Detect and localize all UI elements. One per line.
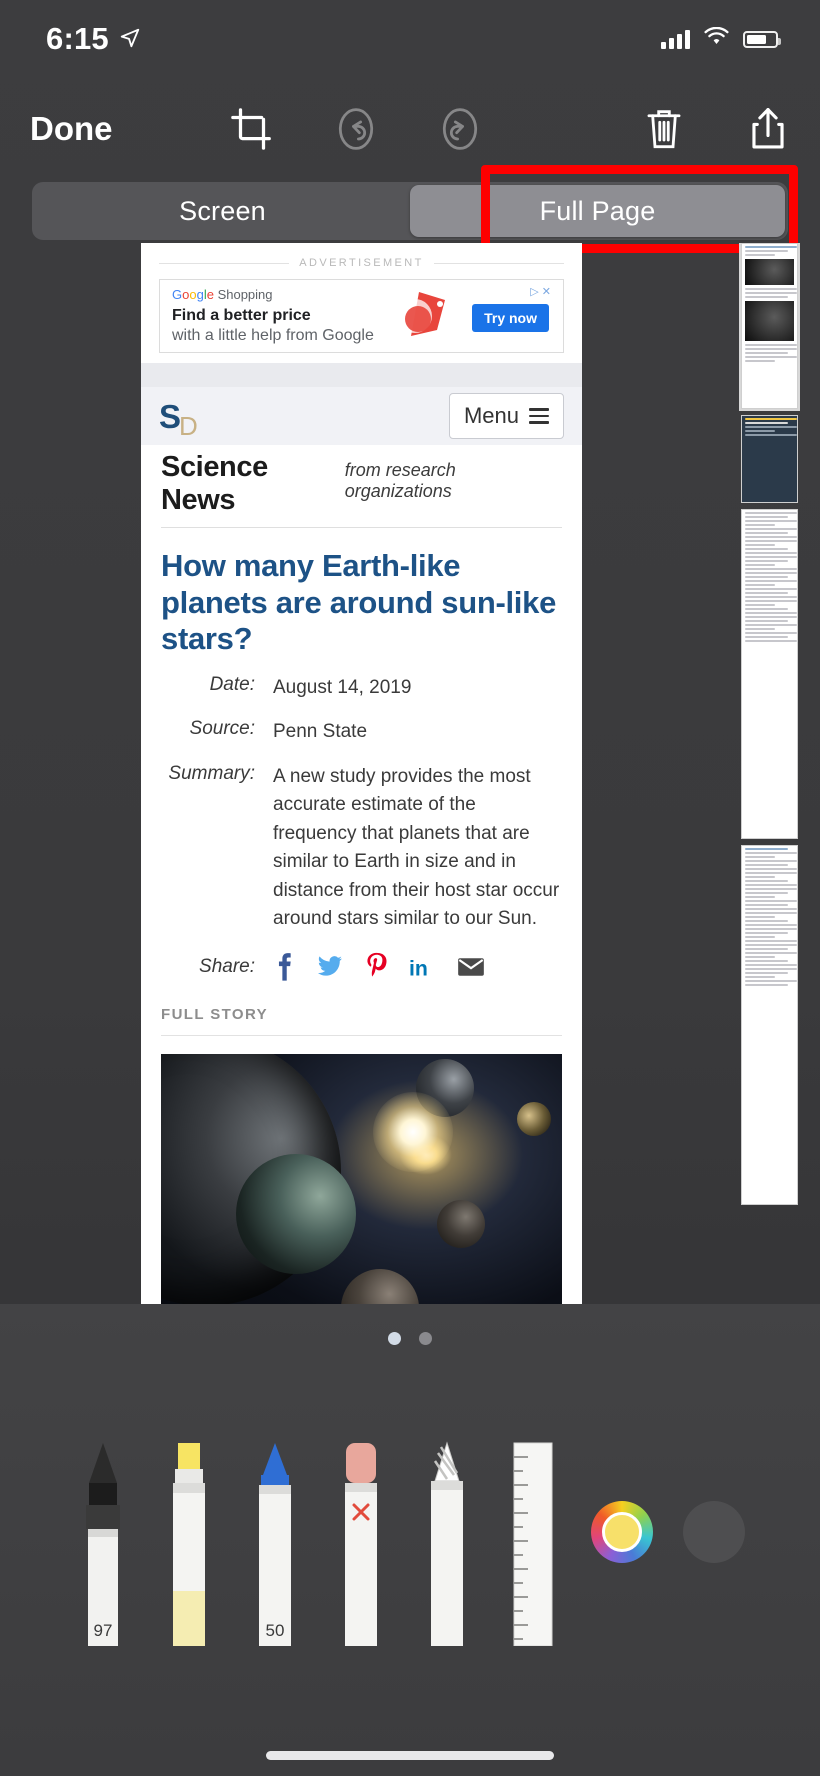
svg-text:in: in bbox=[409, 956, 428, 980]
planet-small-right bbox=[437, 1199, 485, 1248]
home-indicator bbox=[266, 1751, 554, 1760]
ad-text: Google Shopping Find a better price with… bbox=[172, 287, 374, 346]
undo-icon[interactable] bbox=[304, 105, 408, 153]
done-button[interactable]: Done bbox=[30, 110, 200, 148]
tab-screen[interactable]: Screen bbox=[35, 185, 410, 237]
eraser-tool[interactable] bbox=[333, 1441, 389, 1651]
ad-illustration bbox=[385, 286, 455, 348]
pen-size-label: 97 bbox=[93, 1621, 113, 1640]
share-icon-list: in bbox=[273, 952, 485, 982]
pencil-tool[interactable]: 50 bbox=[247, 1441, 303, 1651]
selected-color-swatch bbox=[602, 1512, 642, 1552]
planet-bottom bbox=[341, 1268, 419, 1304]
thumbnail-page-2[interactable] bbox=[741, 415, 798, 503]
advertisement-label: ADVERTISEMENT bbox=[299, 257, 424, 269]
ad-creative[interactable]: Google Shopping Find a better price with… bbox=[159, 279, 564, 353]
article: Science News from research organizations… bbox=[141, 445, 582, 1304]
capture-mode-selector: Screen Full Page bbox=[32, 165, 798, 253]
meta-key-source: Source: bbox=[189, 718, 255, 740]
page-divider-strip bbox=[141, 363, 582, 387]
redo-icon[interactable] bbox=[408, 105, 512, 153]
cellular-bars-icon bbox=[661, 29, 690, 49]
highlighter-tool[interactable] bbox=[161, 1441, 217, 1651]
palette-page-dots[interactable] bbox=[0, 1304, 820, 1345]
tool-row: 97 50 bbox=[0, 1351, 820, 1651]
wifi-icon bbox=[703, 26, 730, 52]
logo-letter-d: D bbox=[179, 410, 198, 441]
advertisement-block: ADVERTISEMENT Google Shopping Find a bet… bbox=[141, 243, 582, 363]
menu-button[interactable]: Menu bbox=[448, 393, 564, 439]
page-dot-1[interactable] bbox=[388, 1332, 401, 1345]
status-bar: 6:15 bbox=[0, 0, 820, 78]
ad-headline: Find a better price bbox=[172, 306, 311, 324]
article-headline: How many Earth-like planets are around s… bbox=[161, 548, 557, 657]
crop-icon[interactable] bbox=[200, 106, 304, 152]
article-meta: Date: August 14, 2019 Source: Penn State… bbox=[161, 674, 562, 934]
full-story-label: FULL STORY bbox=[161, 1006, 562, 1036]
pen-tool[interactable]: 97 bbox=[75, 1441, 131, 1651]
advertisement-label-row: ADVERTISEMENT bbox=[159, 257, 565, 269]
status-time-group: 6:15 bbox=[46, 21, 141, 57]
thumbnail-page-4[interactable] bbox=[741, 845, 798, 1205]
pinterest-icon[interactable] bbox=[365, 952, 387, 982]
location-arrow-icon bbox=[119, 21, 141, 57]
status-time: 6:15 bbox=[46, 21, 109, 56]
hamburger-icon bbox=[529, 408, 549, 424]
color-wheel[interactable] bbox=[591, 1501, 653, 1563]
twitter-icon[interactable] bbox=[317, 954, 343, 980]
thumbnail-page-3[interactable] bbox=[741, 509, 798, 839]
meta-row-date: Date: August 14, 2019 bbox=[161, 674, 562, 703]
section-title: Science News bbox=[161, 451, 268, 516]
meta-key-date: Date: bbox=[209, 673, 255, 695]
star-glow bbox=[373, 1091, 453, 1172]
menu-label: Menu bbox=[463, 403, 519, 428]
meta-key-summary: Summary: bbox=[168, 762, 255, 784]
article-kicker-row: Science News from research organizations bbox=[161, 445, 562, 528]
facebook-icon[interactable] bbox=[273, 952, 295, 982]
planet-medium bbox=[236, 1153, 356, 1274]
markup-screen: 6:15 Done Screen Full Page ADVERTISEMENT… bbox=[0, 0, 820, 1776]
ad-cta-button[interactable]: Try now bbox=[472, 304, 549, 332]
page-dot-2[interactable] bbox=[419, 1332, 432, 1345]
section-subtitle: from research organizations bbox=[344, 460, 456, 501]
ad-brand: Google Shopping bbox=[172, 286, 273, 302]
page-thumbnails[interactable] bbox=[739, 243, 800, 1304]
page-preview-area: ADVERTISEMENT Google Shopping Find a bet… bbox=[0, 243, 820, 1304]
meta-row-source: Source: Penn State bbox=[161, 718, 562, 747]
meta-value-summary: A new study provides the most accurate e… bbox=[273, 765, 560, 930]
share-row: Share: in bbox=[161, 952, 562, 982]
meta-row-summary: Summary: A new study provides the most a… bbox=[161, 763, 562, 934]
planet-crescent bbox=[517, 1101, 551, 1136]
captured-page[interactable]: ADVERTISEMENT Google Shopping Find a bet… bbox=[141, 243, 582, 1304]
markup-toolbar: Done bbox=[0, 88, 820, 170]
rule-left bbox=[159, 262, 290, 264]
hero-image bbox=[161, 1053, 562, 1304]
markup-tool-palette: 97 50 bbox=[0, 1304, 820, 1776]
logo-letter-s: S bbox=[159, 397, 182, 435]
sciencedaily-logo[interactable]: S D bbox=[159, 397, 198, 439]
site-header: S D Menu bbox=[141, 387, 582, 445]
tab-full-page[interactable]: Full Page bbox=[410, 185, 785, 237]
meta-value-source: Penn State bbox=[273, 721, 368, 743]
trash-icon[interactable] bbox=[612, 106, 716, 152]
thumbnail-page-1[interactable] bbox=[739, 243, 800, 411]
share-label: Share: bbox=[199, 955, 255, 977]
status-indicators bbox=[661, 26, 781, 52]
share-icon[interactable] bbox=[716, 105, 820, 153]
add-tool-button[interactable] bbox=[683, 1501, 745, 1563]
pencil-size-label: 50 bbox=[265, 1621, 285, 1640]
ruler-tool[interactable] bbox=[505, 1441, 561, 1651]
segmented-control[interactable]: Screen Full Page bbox=[32, 182, 788, 240]
meta-value-date: August 14, 2019 bbox=[273, 676, 412, 698]
email-icon[interactable] bbox=[457, 956, 485, 978]
adchoices-icon[interactable]: ▷ ✕ bbox=[530, 285, 551, 298]
rule-right bbox=[433, 262, 565, 264]
ad-subline: with a little help from Google bbox=[172, 326, 374, 344]
battery-icon bbox=[743, 30, 781, 48]
linkedin-icon[interactable]: in bbox=[409, 954, 435, 980]
lasso-tool[interactable] bbox=[419, 1441, 475, 1651]
